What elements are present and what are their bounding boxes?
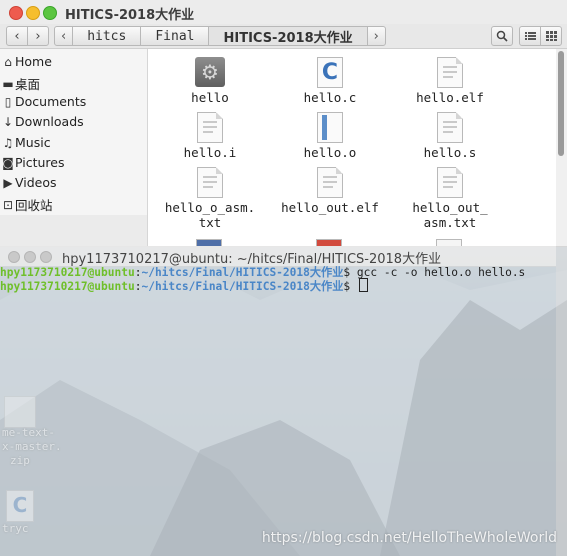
maximize-window-button[interactable] — [43, 6, 57, 20]
grid-icon — [545, 31, 557, 41]
file-name: hello.i — [183, 145, 237, 160]
prompt-symbol: $ — [343, 280, 357, 293]
toolbar: ‹ › ‹ hitcs Final HITICS-2018大作业 › — [0, 24, 567, 49]
prompt-user: hpy1173710217@ubuntu — [0, 280, 135, 293]
sidebar-item-trash[interactable]: ⊡ 回收站 — [2, 195, 53, 214]
file-name-line1: hello_out_ — [412, 200, 488, 215]
sidebar-item-pictures[interactable]: ◙ Pictures — [2, 155, 65, 170]
file-item[interactable]: hello_o_asm. txt — [145, 167, 275, 230]
sidebar-item-label: Documents — [15, 94, 87, 109]
breadcrumb-scroll-left[interactable]: ‹ — [54, 26, 74, 46]
download-icon: ↓ — [2, 114, 14, 129]
scrollbar-thumb[interactable] — [558, 51, 564, 156]
camera-icon: ◙ — [2, 155, 14, 170]
sidebar-item-label: Videos — [15, 175, 57, 190]
sidebar-item-videos[interactable]: ▶ Videos — [2, 175, 57, 190]
sidebar-item-music[interactable]: ♫ Music — [2, 135, 51, 150]
file-grid: ⚙ hello C hello.c hello.elf hello.i hell… — [148, 49, 555, 246]
file-name: hello.elf — [416, 90, 484, 105]
breadcrumb-current[interactable]: HITICS-2018大作业 — [208, 26, 368, 46]
file-name-line2: txt — [198, 215, 222, 230]
sidebar-item-label: 桌面 — [15, 77, 41, 92]
object-file-icon — [317, 112, 343, 143]
close-window-button[interactable] — [8, 251, 20, 263]
file-item[interactable]: hello.s — [385, 112, 515, 160]
search-icon — [496, 30, 508, 42]
terminal-cursor — [358, 278, 368, 292]
terminal-scrollbar[interactable] — [556, 246, 567, 556]
back-button[interactable]: ‹ — [6, 26, 28, 46]
command-text: gcc -c -o hello.o hello.s — [356, 266, 526, 279]
minimize-window-button[interactable] — [24, 251, 36, 263]
sidebar-item-documents[interactable]: ▯ Documents — [2, 94, 87, 109]
terminal-line: hpy1173710217@ubuntu:~/hitcs/Final/HITIC… — [0, 278, 368, 294]
sidebar-item-label: Music — [15, 135, 51, 150]
text-document-icon — [317, 167, 343, 198]
prompt-path: ~/hitcs/Final/HITICS-2018大作业 — [141, 280, 344, 293]
file-manager-titlebar: HITICS-2018大作业 — [0, 0, 567, 24]
text-document-icon — [197, 167, 223, 198]
music-icon: ♫ — [2, 135, 14, 150]
chevron-right-icon: › — [35, 28, 41, 44]
trash-icon: ⊡ — [2, 197, 14, 212]
file-item[interactable]: hello_out.elf — [265, 167, 395, 215]
file-item[interactable]: hello.elf — [385, 57, 515, 105]
text-document-icon — [437, 57, 463, 88]
sidebar-item-label: 回收站 — [15, 198, 53, 213]
file-name: hello.s — [423, 145, 477, 160]
terminal-body[interactable]: hpy1173710217@ubuntu:~/hitcs/Final/HITIC… — [0, 266, 556, 556]
document-icon: ▯ — [4, 94, 12, 109]
sidebar-item-label: Pictures — [15, 155, 65, 170]
chevron-right-icon: › — [373, 28, 379, 44]
file-item[interactable]: hello.o — [265, 112, 395, 160]
sidebar-item-label: Downloads — [15, 114, 84, 129]
video-icon: ▶ — [3, 175, 13, 190]
file-item[interactable]: C hello.c — [265, 57, 395, 105]
file-item[interactable]: hello_out_ asm.txt — [385, 167, 515, 230]
list-icon — [524, 32, 536, 40]
file-item[interactable]: ⚙ hello — [145, 57, 275, 105]
maximize-window-button[interactable] — [40, 251, 52, 263]
sidebar-footer — [0, 215, 147, 246]
list-view-button[interactable] — [519, 26, 541, 46]
breadcrumb-final[interactable]: Final — [140, 26, 210, 46]
sidebar-item-label: Home — [15, 54, 52, 69]
text-document-icon — [197, 112, 223, 143]
sidebar-item-downloads[interactable]: ↓ Downloads — [2, 114, 84, 129]
file-name: hello — [191, 90, 229, 105]
breadcrumb-scroll-right[interactable]: › — [366, 26, 386, 46]
file-manager-window: HITICS-2018大作业 ‹ › ‹ hitcs Final HITICS-… — [0, 0, 567, 247]
minimize-window-button[interactable] — [26, 6, 40, 20]
terminal-title: hpy1173710217@ubuntu: ~/hitcs/Final/HITI… — [62, 252, 442, 267]
file-name-line1: hello_o_asm. — [164, 200, 256, 215]
sidebar: ⌂ Home ▬ 桌面 ▯ Documents ↓ Downloads ♫ Music ◙… — [0, 49, 148, 246]
file-name: hello.o — [303, 145, 357, 160]
c-source-icon: C — [317, 57, 343, 88]
grid-view-button[interactable] — [540, 26, 562, 46]
home-icon: ⌂ — [4, 54, 12, 69]
file-item[interactable]: hello.i — [145, 112, 275, 160]
file-name: hello_out.elf — [281, 200, 379, 215]
terminal-titlebar: hpy1173710217@ubuntu: ~/hitcs/Final/HITI… — [0, 246, 556, 267]
sidebar-item-desktop[interactable]: ▬ 桌面 — [2, 74, 40, 93]
chevron-left-icon: ‹ — [14, 28, 20, 44]
window-title: HITICS-2018大作业 — [65, 8, 195, 23]
file-grid-scrollbar[interactable] — [556, 49, 567, 246]
file-name-line2: asm.txt — [423, 215, 477, 230]
breadcrumb: ‹ hitcs Final HITICS-2018大作业 › — [54, 26, 386, 46]
sidebar-item-home[interactable]: ⌂ Home — [2, 54, 52, 69]
chevron-left-icon: ‹ — [61, 28, 67, 44]
watermark: https://blog.csdn.net/HelloTheWholeWorld — [261, 530, 557, 546]
terminal-window: hpy1173710217@ubuntu: ~/hitcs/Final/HITI… — [0, 246, 556, 556]
forward-button[interactable]: › — [27, 26, 49, 46]
breadcrumb-hitcs[interactable]: hitcs — [72, 26, 142, 46]
file-name: hello.c — [303, 90, 357, 105]
search-button[interactable] — [491, 26, 513, 46]
text-document-icon — [437, 167, 463, 198]
text-document-icon — [437, 112, 463, 143]
folder-icon: ▬ — [2, 76, 14, 91]
executable-gear-icon: ⚙ — [195, 57, 225, 87]
close-window-button[interactable] — [9, 6, 23, 20]
